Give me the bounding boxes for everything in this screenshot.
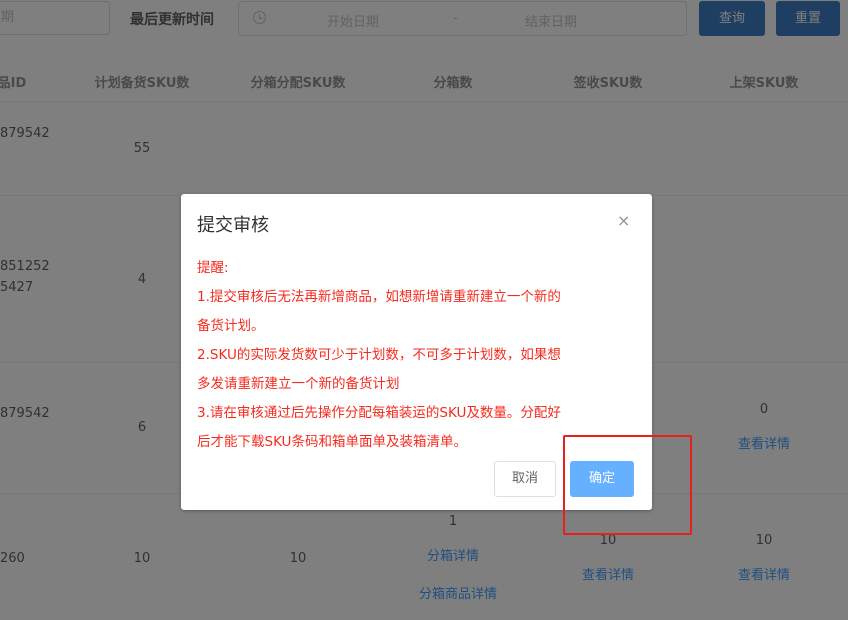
- close-icon[interactable]: ×: [617, 213, 630, 229]
- reminder-heading: 提醒:: [197, 260, 229, 276]
- reminder-line: 多发请重新建立一个新的备货计划: [197, 376, 400, 392]
- reminder-line: 1.提交审核后无法再新增商品，如想新增请重新建立一个新的: [197, 289, 561, 305]
- dialog-title: 提交审核: [197, 215, 269, 236]
- reminder-line: 2.SKU的实际发货数可少于计划数，不可多于计划数，如果想: [197, 347, 561, 363]
- reminder-line: 备货计划。: [197, 318, 265, 334]
- dialog-message: 提醒: 1.提交审核后无法再新增商品，如想新增请重新建立一个新的 备货计划。 2…: [197, 258, 637, 461]
- cancel-button[interactable]: 取消: [494, 461, 556, 497]
- reminder-line: 3.请在审核通过后先操作分配每箱装运的SKU及数量。分配好: [197, 405, 561, 421]
- annotation-highlight-box: [563, 435, 692, 535]
